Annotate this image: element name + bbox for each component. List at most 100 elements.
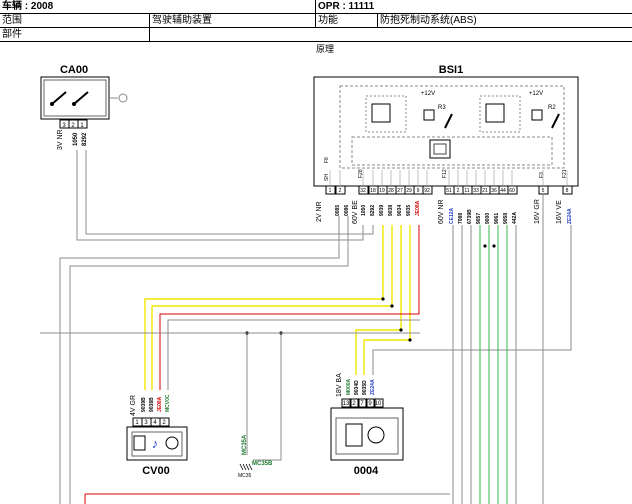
c0004-pin-13: 13 bbox=[343, 401, 350, 407]
ca00-wire-8292: 8292 bbox=[82, 132, 88, 146]
bsi1-connector-60v-be: 60V BE bbox=[352, 200, 359, 224]
ground-symbol bbox=[245, 463, 250, 471]
c0004-pin-7: 7 bbox=[360, 401, 364, 407]
bsi1-pin-28: 28 bbox=[388, 188, 394, 194]
bsi1-pin-92: 92 bbox=[424, 188, 430, 194]
bsi1-relay-2-label: R2 bbox=[548, 105, 556, 111]
key-icon bbox=[118, 93, 128, 103]
bsi1-pin-9: 9 bbox=[417, 188, 420, 194]
junction-9038 bbox=[390, 304, 394, 308]
bsi1-bus-box bbox=[351, 136, 553, 166]
bsi1-pin-2: 2 bbox=[339, 188, 342, 194]
bsi1-relay-1-coil bbox=[423, 109, 435, 121]
bsi1-wire-0085: 0085 bbox=[335, 205, 341, 216]
c0004-dial-icon bbox=[367, 426, 385, 444]
ca00-connector-label: 3V NR bbox=[57, 129, 64, 150]
bsi1-pin-18: 18 bbox=[370, 188, 376, 194]
cv00-pin-2: 2 bbox=[162, 420, 166, 426]
bsi1-fuse-F3: F3 bbox=[539, 172, 545, 178]
bsi1-pin-33: 33 bbox=[473, 188, 479, 194]
cv00-pin-3: 3 bbox=[144, 420, 148, 426]
bsi1-wire-0086: 0086 bbox=[344, 205, 350, 216]
cv00-wire-9038b: 9038B bbox=[149, 397, 155, 412]
bsi1-pin-19: 19 bbox=[379, 188, 385, 194]
bsi1-wire-ze24a: ZE24A bbox=[567, 208, 573, 224]
c0004-inner bbox=[335, 417, 399, 455]
ground-symbol bbox=[242, 463, 247, 471]
junction-green bbox=[483, 244, 487, 248]
wire-1050 bbox=[76, 150, 364, 241]
music-note-icon: ♪ bbox=[152, 436, 159, 451]
bsi1-wire-9034: 9034 bbox=[397, 205, 403, 216]
bsi1-wire-9038: 9038 bbox=[388, 205, 394, 216]
ca00-wire-1050: 1050 bbox=[73, 132, 79, 146]
bsi1-relay-1-contact bbox=[444, 113, 453, 129]
c0004-connector-label: 18V BA bbox=[336, 373, 343, 397]
bsi1-inner-dashed bbox=[339, 85, 565, 169]
c0004-pin-2: 2 bbox=[352, 401, 356, 407]
bsi1-pin-29: 29 bbox=[406, 188, 412, 194]
c0004-wire-9034d: 9034D bbox=[354, 380, 360, 395]
c0004-display bbox=[345, 423, 363, 447]
bsi1-pin-51: 51 bbox=[446, 188, 452, 194]
bsi1-pin-60: 60 bbox=[509, 188, 515, 194]
ca00-switch-1 bbox=[51, 91, 67, 105]
c0004-pin-10: 10 bbox=[375, 401, 382, 407]
cv00-pin-4: 4 bbox=[153, 420, 157, 426]
bsi1-connector-16v-ve: 16V VE bbox=[556, 200, 563, 224]
bsi1-wire-9061: 9061 bbox=[494, 213, 500, 224]
ground-name: MC35 bbox=[238, 473, 252, 479]
c0004-wire-ze24a: ZE24A bbox=[370, 379, 376, 395]
bsi1-module-1-ic bbox=[371, 103, 391, 123]
ca00-contact bbox=[72, 102, 76, 106]
bsi1-wire-8292: 8292 bbox=[370, 205, 376, 216]
wire-ze24a bbox=[372, 225, 572, 375]
bsi1-fuse-F8: F8 bbox=[324, 157, 330, 163]
cv00-display bbox=[133, 435, 146, 451]
bsi1-module-2-ic bbox=[485, 103, 505, 123]
ca00-box bbox=[40, 76, 110, 120]
bsi1-pin-21: 21 bbox=[482, 188, 488, 194]
principle-label: 原理 bbox=[316, 44, 334, 54]
cv00-connector-label: 4V GR bbox=[130, 395, 137, 416]
c0004-title: 0004 bbox=[354, 465, 379, 477]
bsi1-pin-36: 36 bbox=[491, 188, 497, 194]
bsi1-chip bbox=[429, 139, 451, 159]
bsi1-pin-44: 44 bbox=[500, 188, 506, 194]
bsi1-relay-2-coil bbox=[531, 109, 543, 121]
junction-9034 bbox=[399, 328, 403, 332]
bsi1-pin-32: 32 bbox=[360, 188, 366, 194]
wire-9034 bbox=[355, 225, 402, 375]
ca00-contact bbox=[50, 102, 54, 106]
bsi1-connector-2v-nr: 2V NR bbox=[316, 201, 323, 222]
bsi1-wire-1050: 1050 bbox=[361, 205, 367, 216]
cv00-pin-1: 1 bbox=[135, 420, 139, 426]
bsi1-pin-8: 8 bbox=[566, 188, 569, 194]
cv00-wire-9039b: 9039B bbox=[141, 397, 147, 412]
bsi1-chip-core bbox=[433, 143, 447, 155]
bsi1-title: BSI1 bbox=[439, 64, 463, 76]
bsi1-pin-27: 27 bbox=[397, 188, 403, 194]
bsi1-pin-1: 1 bbox=[329, 188, 332, 194]
wire-0086 bbox=[69, 216, 349, 504]
wire-9035 bbox=[363, 225, 411, 375]
ca00-inner bbox=[43, 79, 107, 117]
bsi1-supply-2: +12V bbox=[529, 91, 543, 97]
wire-mc35b bbox=[253, 333, 282, 461]
bsi1-supply-1: +12V bbox=[421, 91, 435, 97]
bsi1-wire-9035: 9035 bbox=[406, 205, 412, 216]
junction-green bbox=[492, 244, 496, 248]
bsi1-wire-je08a: JE08A bbox=[415, 200, 421, 216]
ca00-switch-2 bbox=[73, 91, 89, 105]
c0004-pin-9: 9 bbox=[368, 401, 372, 407]
c0004-wire-m000a: M000A bbox=[346, 378, 352, 395]
speaker-icon bbox=[165, 436, 179, 450]
bsi1-wire-9000: 9000 bbox=[485, 213, 491, 224]
c0004-box bbox=[330, 407, 404, 461]
wiring-diagram: 原理CA003 2 13V NR 1050 8292BSI1+12VR3+12VR2F8… bbox=[40, 44, 579, 504]
bsi1-wire-ce12a: CE12A bbox=[449, 207, 455, 224]
wire-0085 bbox=[59, 216, 340, 504]
bsi1-pin-2: 2 bbox=[457, 188, 460, 194]
bsi1-fuse-F12: F12 bbox=[442, 169, 448, 178]
bsi1-wire-9039: 9039 bbox=[379, 205, 385, 216]
